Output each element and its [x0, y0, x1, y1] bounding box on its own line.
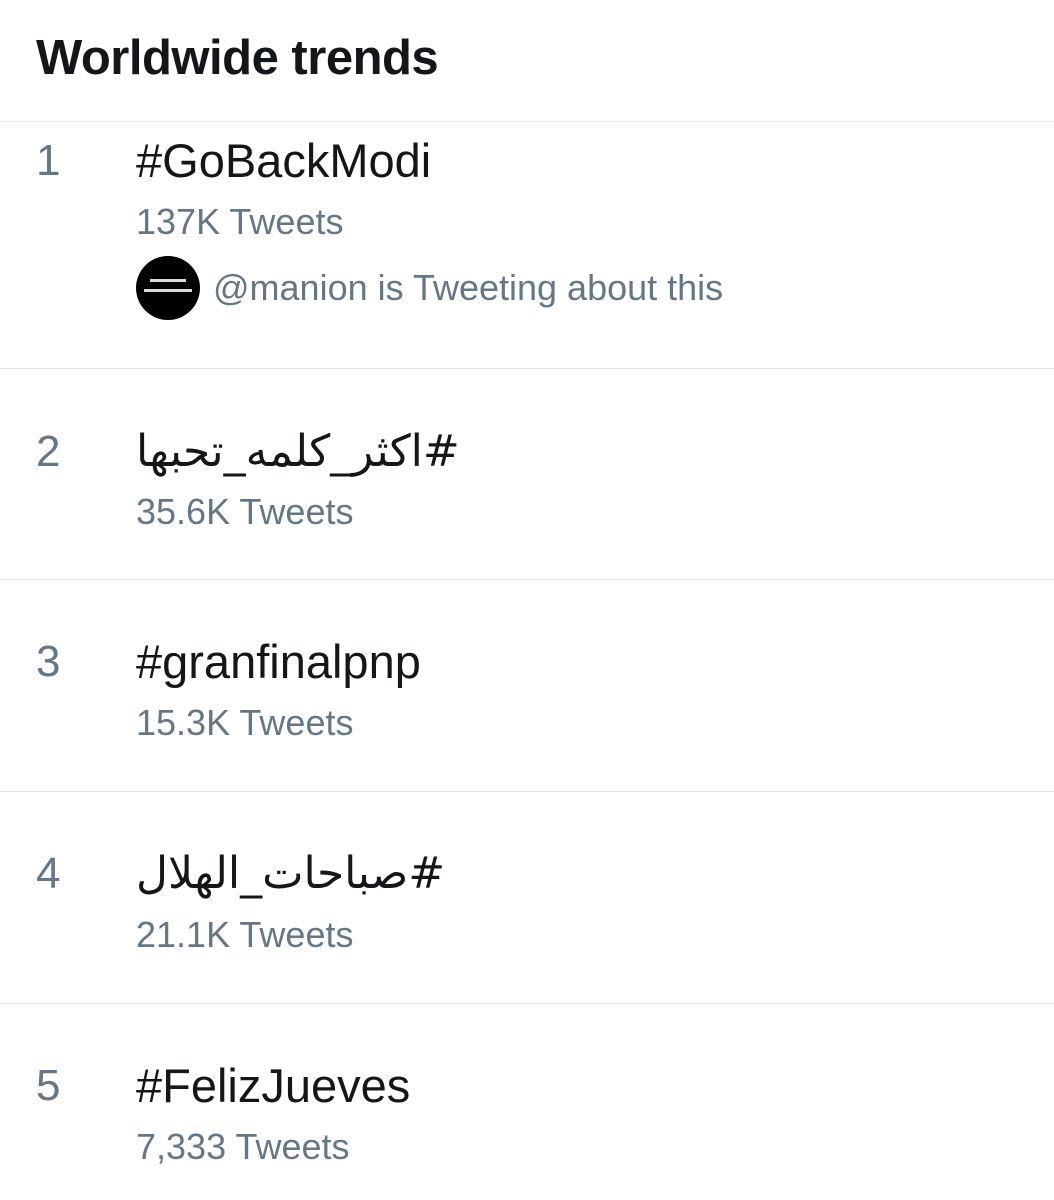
trend-context[interactable]: @manion is Tweeting about this [136, 256, 723, 320]
trend-item-1[interactable]: 1 #GoBackModi 137K Tweets @manion is Twe… [0, 122, 1054, 369]
trend-rank: 3 [36, 637, 61, 686]
trend-rank: 2 [36, 427, 61, 476]
trend-hashtag[interactable]: #صباحات_الهلال [136, 847, 445, 901]
trend-tweet-count: 35.6K Tweets [136, 491, 354, 532]
page-title: Worldwide trends [36, 31, 439, 85]
trends-header: Worldwide trends [0, 0, 1054, 122]
trend-rank: 5 [36, 1061, 61, 1110]
avatar-graphic [144, 279, 192, 292]
trend-hashtag[interactable]: #FelizJueves [136, 1059, 410, 1113]
trend-hashtag[interactable]: #اكثر_كلمه_تحبها [136, 425, 460, 479]
trend-context-text: @manion is Tweeting about this [213, 267, 724, 308]
trend-tweet-count: 7,333 Tweets [136, 1126, 350, 1167]
trend-tweet-count: 137K Tweets [136, 201, 344, 242]
trend-item-3[interactable]: 3 #granfinalpnp 15.3K Tweets [0, 580, 1054, 792]
profile-avatar-icon[interactable] [136, 256, 200, 320]
trend-rank: 4 [36, 849, 61, 898]
trend-hashtag[interactable]: #GoBackModi [136, 134, 431, 188]
trend-tweet-count: 21.1K Tweets [136, 914, 354, 955]
trend-item-5[interactable]: 5 #FelizJueves 7,333 Tweets [0, 1004, 1054, 1200]
trend-item-4[interactable]: 4 #صباحات_الهلال 21.1K Tweets [0, 792, 1054, 1004]
trend-tweet-count: 15.3K Tweets [136, 702, 354, 743]
trend-item-2[interactable]: 2 #اكثر_كلمه_تحبها 35.6K Tweets [0, 369, 1054, 580]
trend-rank: 1 [36, 136, 61, 185]
trend-hashtag[interactable]: #granfinalpnp [136, 635, 421, 689]
